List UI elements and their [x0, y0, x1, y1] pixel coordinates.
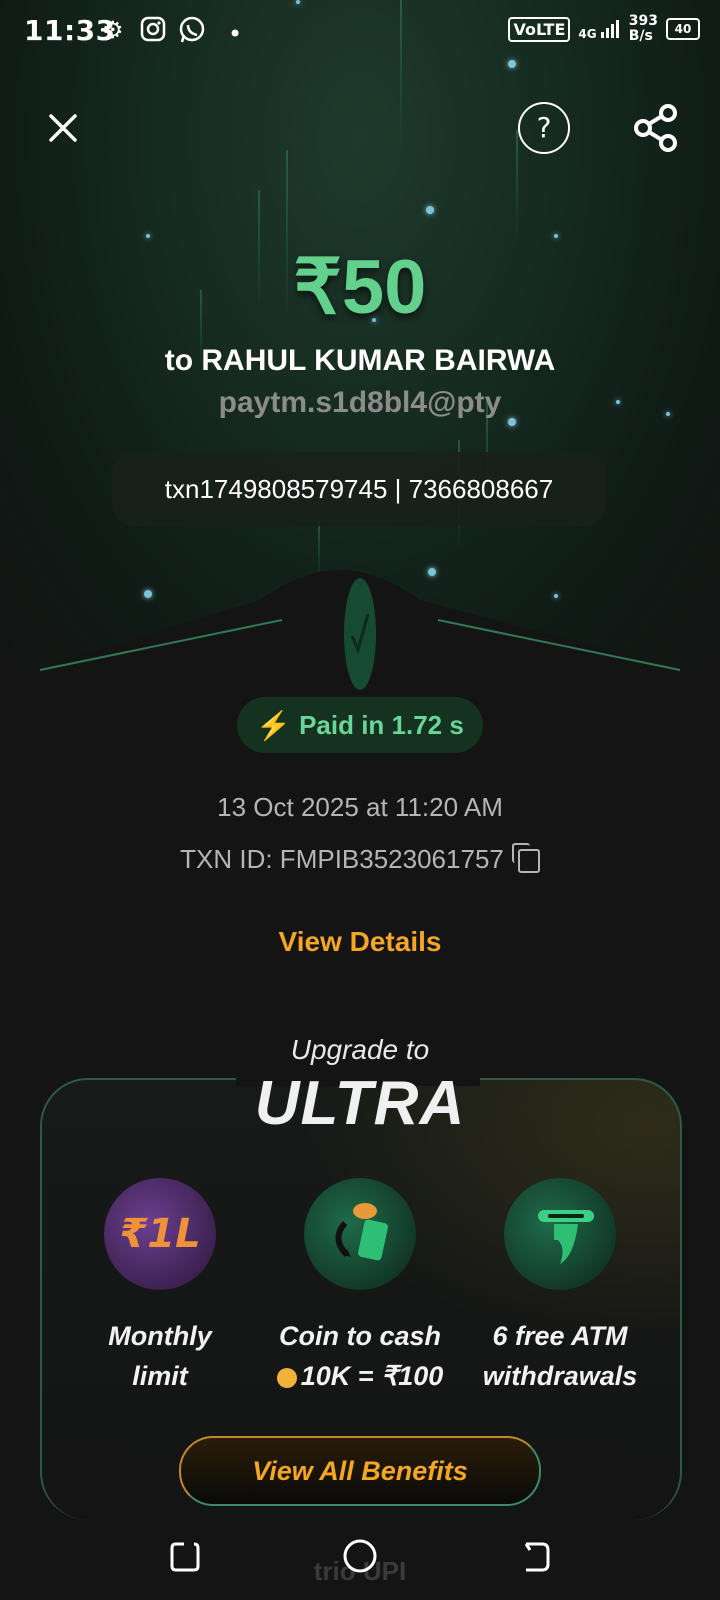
coin-icon — [276, 1367, 297, 1388]
status-bar: 11:33 ⚙ • VoLTE 4G 393 B/s 40 — [0, 0, 720, 64]
close-icon — [49, 114, 77, 142]
back-icon[interactable] — [516, 1536, 556, 1576]
status-right: VoLTE 4G 393 B/s 40 — [508, 14, 700, 44]
volte-indicator: VoLTE — [508, 16, 571, 42]
lightning-icon: ⚡ — [256, 709, 292, 741]
speed-value: 393 — [628, 13, 658, 29]
transaction-reference: txn1749808579745 | 7366808667 — [112, 452, 606, 526]
payment-amount: ₹50 — [293, 245, 427, 330]
recents-icon[interactable] — [164, 1536, 204, 1576]
benefit-3-line2: withdrawals — [482, 1361, 638, 1391]
atm-rupee-icon — [504, 1178, 616, 1290]
upgrade-to-label: Upgrade to — [290, 1034, 430, 1065]
coin-to-cash-icon — [304, 1178, 416, 1290]
transaction-id: TXN ID: FMPIB3523061757 — [180, 844, 504, 874]
gear-icon: ⚙ — [102, 16, 124, 44]
network-speed: 393 B/s — [629, 14, 658, 44]
signal-icon: 4G — [578, 18, 620, 41]
benefit-coin-to-cash: Coin to cash 10K = ₹100 — [260, 1316, 460, 1396]
benefit-1-line1: Monthly — [108, 1321, 212, 1351]
close-button[interactable] — [35, 100, 91, 156]
copy-icon[interactable] — [511, 843, 540, 874]
share-icon — [634, 104, 677, 152]
dot-icon: • — [228, 20, 243, 48]
check-leaf-icon — [344, 578, 376, 690]
whatsapp-icon — [178, 16, 206, 50]
network-type: 4G — [578, 26, 597, 41]
benefit-1-line2: limit — [132, 1361, 188, 1391]
battery-icon: 40 — [666, 18, 700, 40]
payee-name: to RAHUL KUMAR BAIRWA — [164, 344, 556, 377]
home-icon[interactable] — [340, 1536, 380, 1576]
rupee-1L-icon: ₹1L — [104, 1178, 216, 1290]
payee-vpa: paytm.s1d8bl4@pty — [218, 386, 502, 419]
benefit-2-line1: Coin to cash — [278, 1321, 441, 1351]
help-icon: ? — [518, 102, 570, 154]
view-all-benefits-button[interactable]: View All Benefits — [179, 1436, 541, 1506]
transaction-id-row: TXN ID: FMPIB3523061757 — [0, 843, 720, 875]
paid-speed-text: Paid in 1.72 s — [299, 709, 464, 740]
benefit-2-line2: 10K = ₹100 — [300, 1361, 444, 1391]
speed-unit: B/s — [628, 28, 653, 44]
benefit-atm-withdrawals: 6 free ATM withdrawals — [460, 1316, 660, 1396]
system-nav-bar — [0, 1520, 720, 1600]
paid-speed-badge: ⚡ Paid in 1.72 s — [237, 697, 483, 753]
instagram-icon — [140, 16, 166, 48]
share-button[interactable] — [628, 100, 684, 156]
success-arc — [0, 570, 720, 710]
benefit-3-line1: 6 free ATM — [492, 1321, 628, 1351]
benefit-monthly-limit: Monthly limit — [60, 1316, 260, 1396]
transaction-datetime: 13 Oct 2025 at 11:20 AM — [217, 792, 503, 822]
battery-level: 40 — [674, 22, 692, 36]
ultra-plan-title: ULTRA — [254, 1069, 466, 1138]
view-details-link[interactable]: View Details — [0, 926, 720, 958]
help-button[interactable]: ? — [516, 100, 572, 156]
